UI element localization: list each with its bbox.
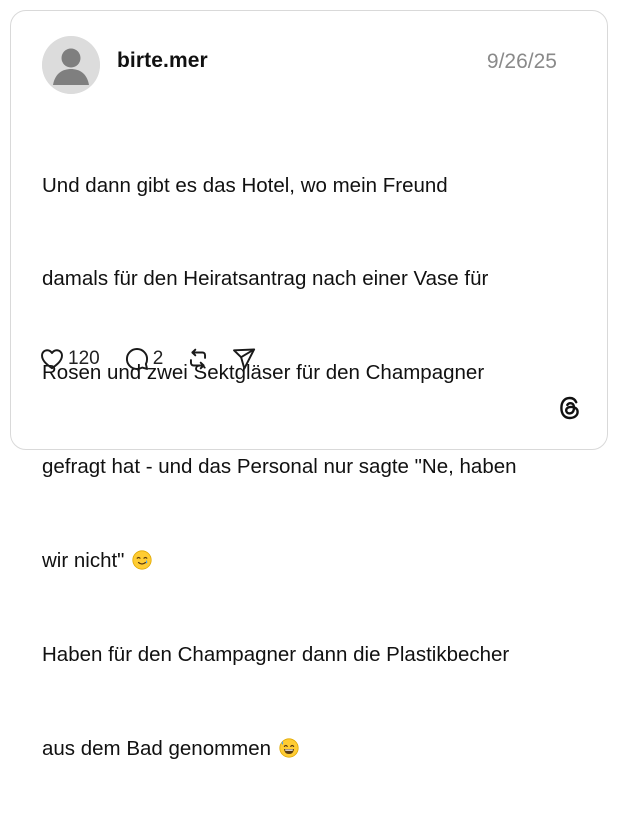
post-text-line: damals für den Heiratsantrag nach einer … bbox=[42, 267, 489, 291]
post-text-line-with-emoji: wir nicht" bbox=[42, 545, 582, 576]
threads-logo-icon[interactable] bbox=[557, 395, 583, 421]
post-text-line: gefragt hat - und das Personal nur sagte… bbox=[42, 455, 517, 479]
reply-count: 2 bbox=[152, 348, 164, 369]
post-date: 9/26/25 bbox=[486, 50, 557, 73]
like-count: 120 bbox=[68, 348, 100, 369]
send-icon bbox=[233, 348, 256, 370]
username[interactable]: birte.mer bbox=[117, 49, 208, 73]
repost-icon bbox=[190, 348, 207, 370]
post-text-line: Haben für den Champagner dann die Plasti… bbox=[42, 643, 510, 667]
post-card: birte.mer 9/26/25 Und dann gibt es das H… bbox=[10, 10, 608, 760]
action-bar: 120 2 bbox=[39, 344, 257, 374]
avatar[interactable] bbox=[42, 36, 100, 94]
post-text: Und dann gibt es das Hotel, wo mein Freu… bbox=[42, 107, 582, 827]
reply-button[interactable]: 2 bbox=[124, 346, 164, 372]
post-text-line: Und dann gibt es das Hotel, wo mein Freu… bbox=[42, 173, 448, 197]
post-text-line-with-emoji: aus dem Bad genommen bbox=[42, 733, 582, 764]
post-text-line: wir nicht" bbox=[42, 549, 125, 573]
default-avatar-icon bbox=[42, 36, 100, 94]
share-button[interactable] bbox=[231, 346, 257, 372]
grinning-face-with-sweat-icon bbox=[279, 738, 299, 758]
post-text-line: aus dem Bad genommen bbox=[42, 736, 272, 760]
speech-bubble-icon bbox=[125, 348, 148, 370]
like-button[interactable]: 120 bbox=[39, 346, 100, 372]
threads-logo-glyph bbox=[560, 396, 579, 420]
smiling-face-with-tear-icon bbox=[132, 550, 152, 570]
repost-button[interactable] bbox=[185, 346, 211, 372]
heart-icon bbox=[41, 349, 63, 370]
